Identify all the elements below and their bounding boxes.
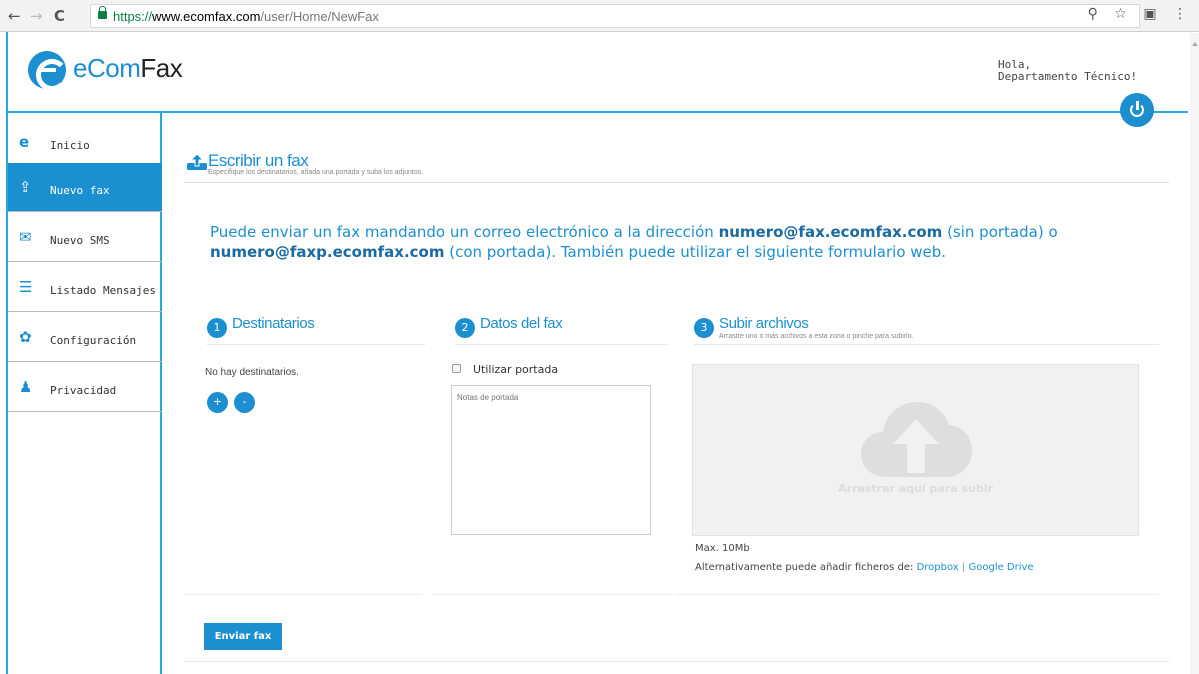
page-title: Escribir un fax <box>208 151 309 170</box>
sidebar-item-label: Inicio <box>50 139 90 152</box>
site-header: eComFax Hola, Departamento Técnico! <box>8 33 1188 127</box>
sidebar-item-privacidad[interactable]: ♟ Privacidad <box>8 363 162 412</box>
sidebar: e Inicio ⇪ Nuevo fax ✉ Nuevo SMS ☰ Lista… <box>8 113 162 674</box>
section-title-divider <box>184 151 1169 183</box>
sidebar-item-label: Nuevo fax <box>50 184 110 197</box>
destinatarios-panel <box>184 348 422 595</box>
bookmark-star-icon[interactable]: ☆ <box>1114 6 1127 22</box>
users-icon: ♟ <box>19 378 33 396</box>
forward-icon[interactable]: → <box>30 7 43 25</box>
list-icon: ☰ <box>19 278 33 296</box>
info-text: Puede enviar un fax mandando un correo e… <box>210 223 1058 261</box>
fax-email-address: numero@fax.ecomfax.com <box>718 223 943 241</box>
upload-cloud-icon <box>187 153 207 170</box>
subir-header: 3 Subir archivos Arrastre uno o más arch… <box>694 315 1159 345</box>
zoom-icon[interactable]: ⚲ <box>1088 6 1098 22</box>
google-drive-link[interactable]: Google Drive <box>968 562 1033 573</box>
subir-title: Subir archivos <box>719 315 809 332</box>
dropzone-text: Arrastrar aquí para subir <box>838 482 993 495</box>
main-content: Escribir un fax Especifique los destinat… <box>164 113 1190 674</box>
step-number-badge: 1 <box>207 318 227 338</box>
reload-icon[interactable]: C <box>54 7 65 25</box>
address-bar[interactable]: https://www.ecomfax.com/user/Home/NewFax <box>90 4 1140 28</box>
bottom-divider <box>184 661 1169 662</box>
destinatarios-title: Destinatarios <box>232 315 315 332</box>
back-icon[interactable]: ← <box>8 7 21 25</box>
sidebar-item-label: Listado Mensajes <box>50 284 156 297</box>
datos-header: 2 Datos del fax <box>455 315 667 345</box>
step-number-badge: 3 <box>694 318 714 338</box>
chrome-menu-icon[interactable]: ⋮ <box>1173 6 1187 22</box>
sidebar-item-inicio[interactable]: e Inicio <box>8 118 162 167</box>
sidebar-item-nuevo-fax[interactable]: ⇪ Nuevo fax <box>8 163 162 212</box>
logo-text[interactable]: eComFax <box>73 53 183 84</box>
step-number-badge: 2 <box>455 318 475 338</box>
datos-title: Datos del fax <box>480 315 563 332</box>
file-dropzone[interactable]: Arrastrar aquí para subir <box>692 364 1139 536</box>
send-fax-button[interactable]: Enviar fax <box>204 623 282 650</box>
add-recipient-button[interactable]: + <box>207 392 228 413</box>
sidebar-item-label: Configuración <box>50 334 137 347</box>
dropbox-link[interactable]: Dropbox <box>917 562 959 573</box>
logo-icon[interactable] <box>28 51 68 91</box>
use-cover-checkbox[interactable] <box>452 364 461 373</box>
scroll-up-arrow-icon[interactable] <box>1192 42 1198 46</box>
sidebar-item-configuracion[interactable]: ✿ Configuración <box>8 313 162 362</box>
sidebar-item-label: Privacidad <box>50 384 117 397</box>
subir-subtitle: Arrastre uno o más archivos a esta zona … <box>719 333 914 340</box>
remove-recipient-button[interactable]: - <box>234 392 255 413</box>
alternative-sources: Alternativamente puede añadir ficheros d… <box>695 562 1034 573</box>
max-file-size: Max. 10Mb <box>695 543 750 554</box>
user-greeting: Hola, Departamento Técnico! <box>998 58 1138 83</box>
extension-icon[interactable]: ▣ <box>1143 6 1156 22</box>
page-subtitle: Especifique los destinatarios, añada una… <box>208 169 424 176</box>
browser-toolbar: ← → C https://www.ecomfax.com/user/Home/… <box>0 0 1199 32</box>
page-scrollbar[interactable] <box>1190 33 1199 674</box>
sidebar-item-listado-mensajes[interactable]: ☰ Listado Mensajes <box>8 263 162 312</box>
cover-notes-textarea[interactable] <box>451 385 651 535</box>
sidebar-item-label: Nuevo SMS <box>50 234 110 247</box>
cloud-upload-icon <box>861 402 972 477</box>
destinatarios-header: 1 Destinatarios <box>207 315 425 345</box>
faxp-email-address: numero@faxp.ecomfax.com <box>210 243 445 261</box>
lock-icon <box>98 6 107 19</box>
upload-icon: ⇪ <box>19 178 32 196</box>
sidebar-item-nuevo-sms[interactable]: ✉ Nuevo SMS <box>8 213 162 262</box>
home-e-icon: e <box>19 133 30 151</box>
gear-icon: ✿ <box>19 328 32 346</box>
no-recipients-text: No hay destinatarios. <box>205 367 299 378</box>
url-text[interactable]: https://www.ecomfax.com/user/Home/NewFax <box>113 9 379 24</box>
chat-icon: ✉ <box>19 228 32 246</box>
use-cover-label[interactable]: Utilizar portada <box>473 363 558 376</box>
